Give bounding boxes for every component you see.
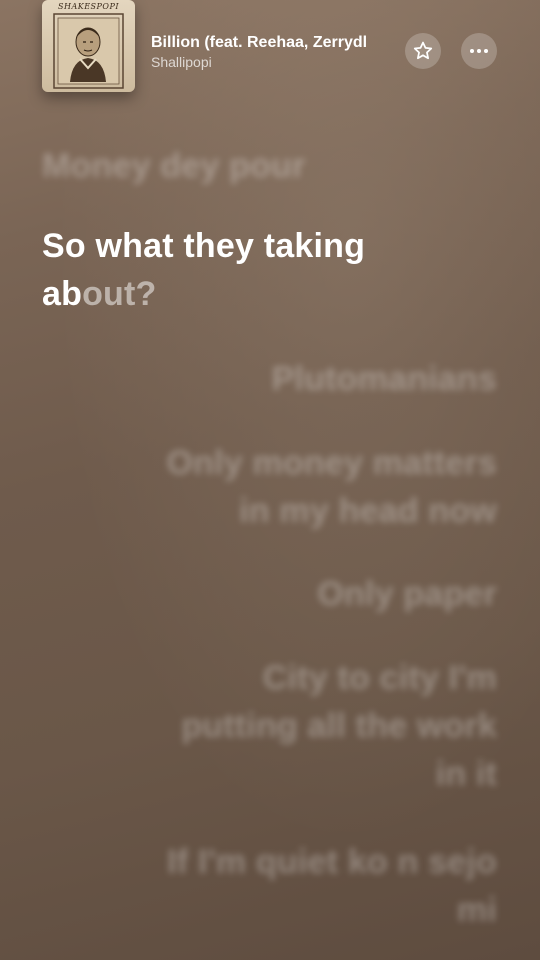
lyric-text: in it: [435, 755, 497, 793]
lyric-line-upcoming[interactable]: City to city I'm putting all the work in…: [77, 654, 497, 798]
lyric-text: Only money matters: [166, 444, 497, 482]
lyric-current-part-1: So what they taking: [42, 227, 366, 265]
lyric-line-upcoming[interactable]: Only paper: [77, 570, 497, 618]
lyric-line-upcoming[interactable]: Only money matters in my head now: [77, 439, 497, 535]
lyric-line-upcoming[interactable]: Plutomanians: [77, 355, 497, 403]
track-info[interactable]: Billion (feat. Reehaa, Zerrydl Shallipop…: [151, 33, 397, 71]
album-art-title: SHAKESPOPI: [57, 2, 119, 11]
track-artist: Shallipopi: [151, 54, 212, 70]
ellipsis-icon: [470, 49, 488, 53]
lyric-current-sung: ab: [42, 275, 83, 313]
album-art[interactable]: SHAKESPOPI: [42, 0, 135, 92]
lyric-text: City to city I'm: [262, 659, 497, 697]
lyric-line-previous[interactable]: Money dey pour: [42, 142, 306, 190]
lyric-current-unsung: out?: [82, 275, 157, 313]
favorite-button[interactable]: [405, 33, 441, 69]
lyric-text: putting all the work: [181, 707, 497, 745]
now-playing-header: SHAKESPOPI Billion (feat. Reehaa, Zerryd…: [0, 0, 540, 100]
lyric-text: in my head now: [239, 492, 497, 530]
track-title: Billion (feat. Reehaa, Zerrydl: [151, 34, 368, 51]
lyric-line-upcoming[interactable]: If I'm quiet ko n sejo mi: [77, 838, 497, 934]
lyric-line-current[interactable]: So what they taking about?: [42, 222, 365, 318]
lyric-text: If I'm quiet ko n sejo: [167, 843, 497, 881]
more-options-button[interactable]: [461, 33, 497, 69]
lyric-text: mi: [456, 891, 497, 929]
star-outline-icon: [413, 41, 433, 60]
portrait-illustration-icon: [53, 13, 124, 89]
